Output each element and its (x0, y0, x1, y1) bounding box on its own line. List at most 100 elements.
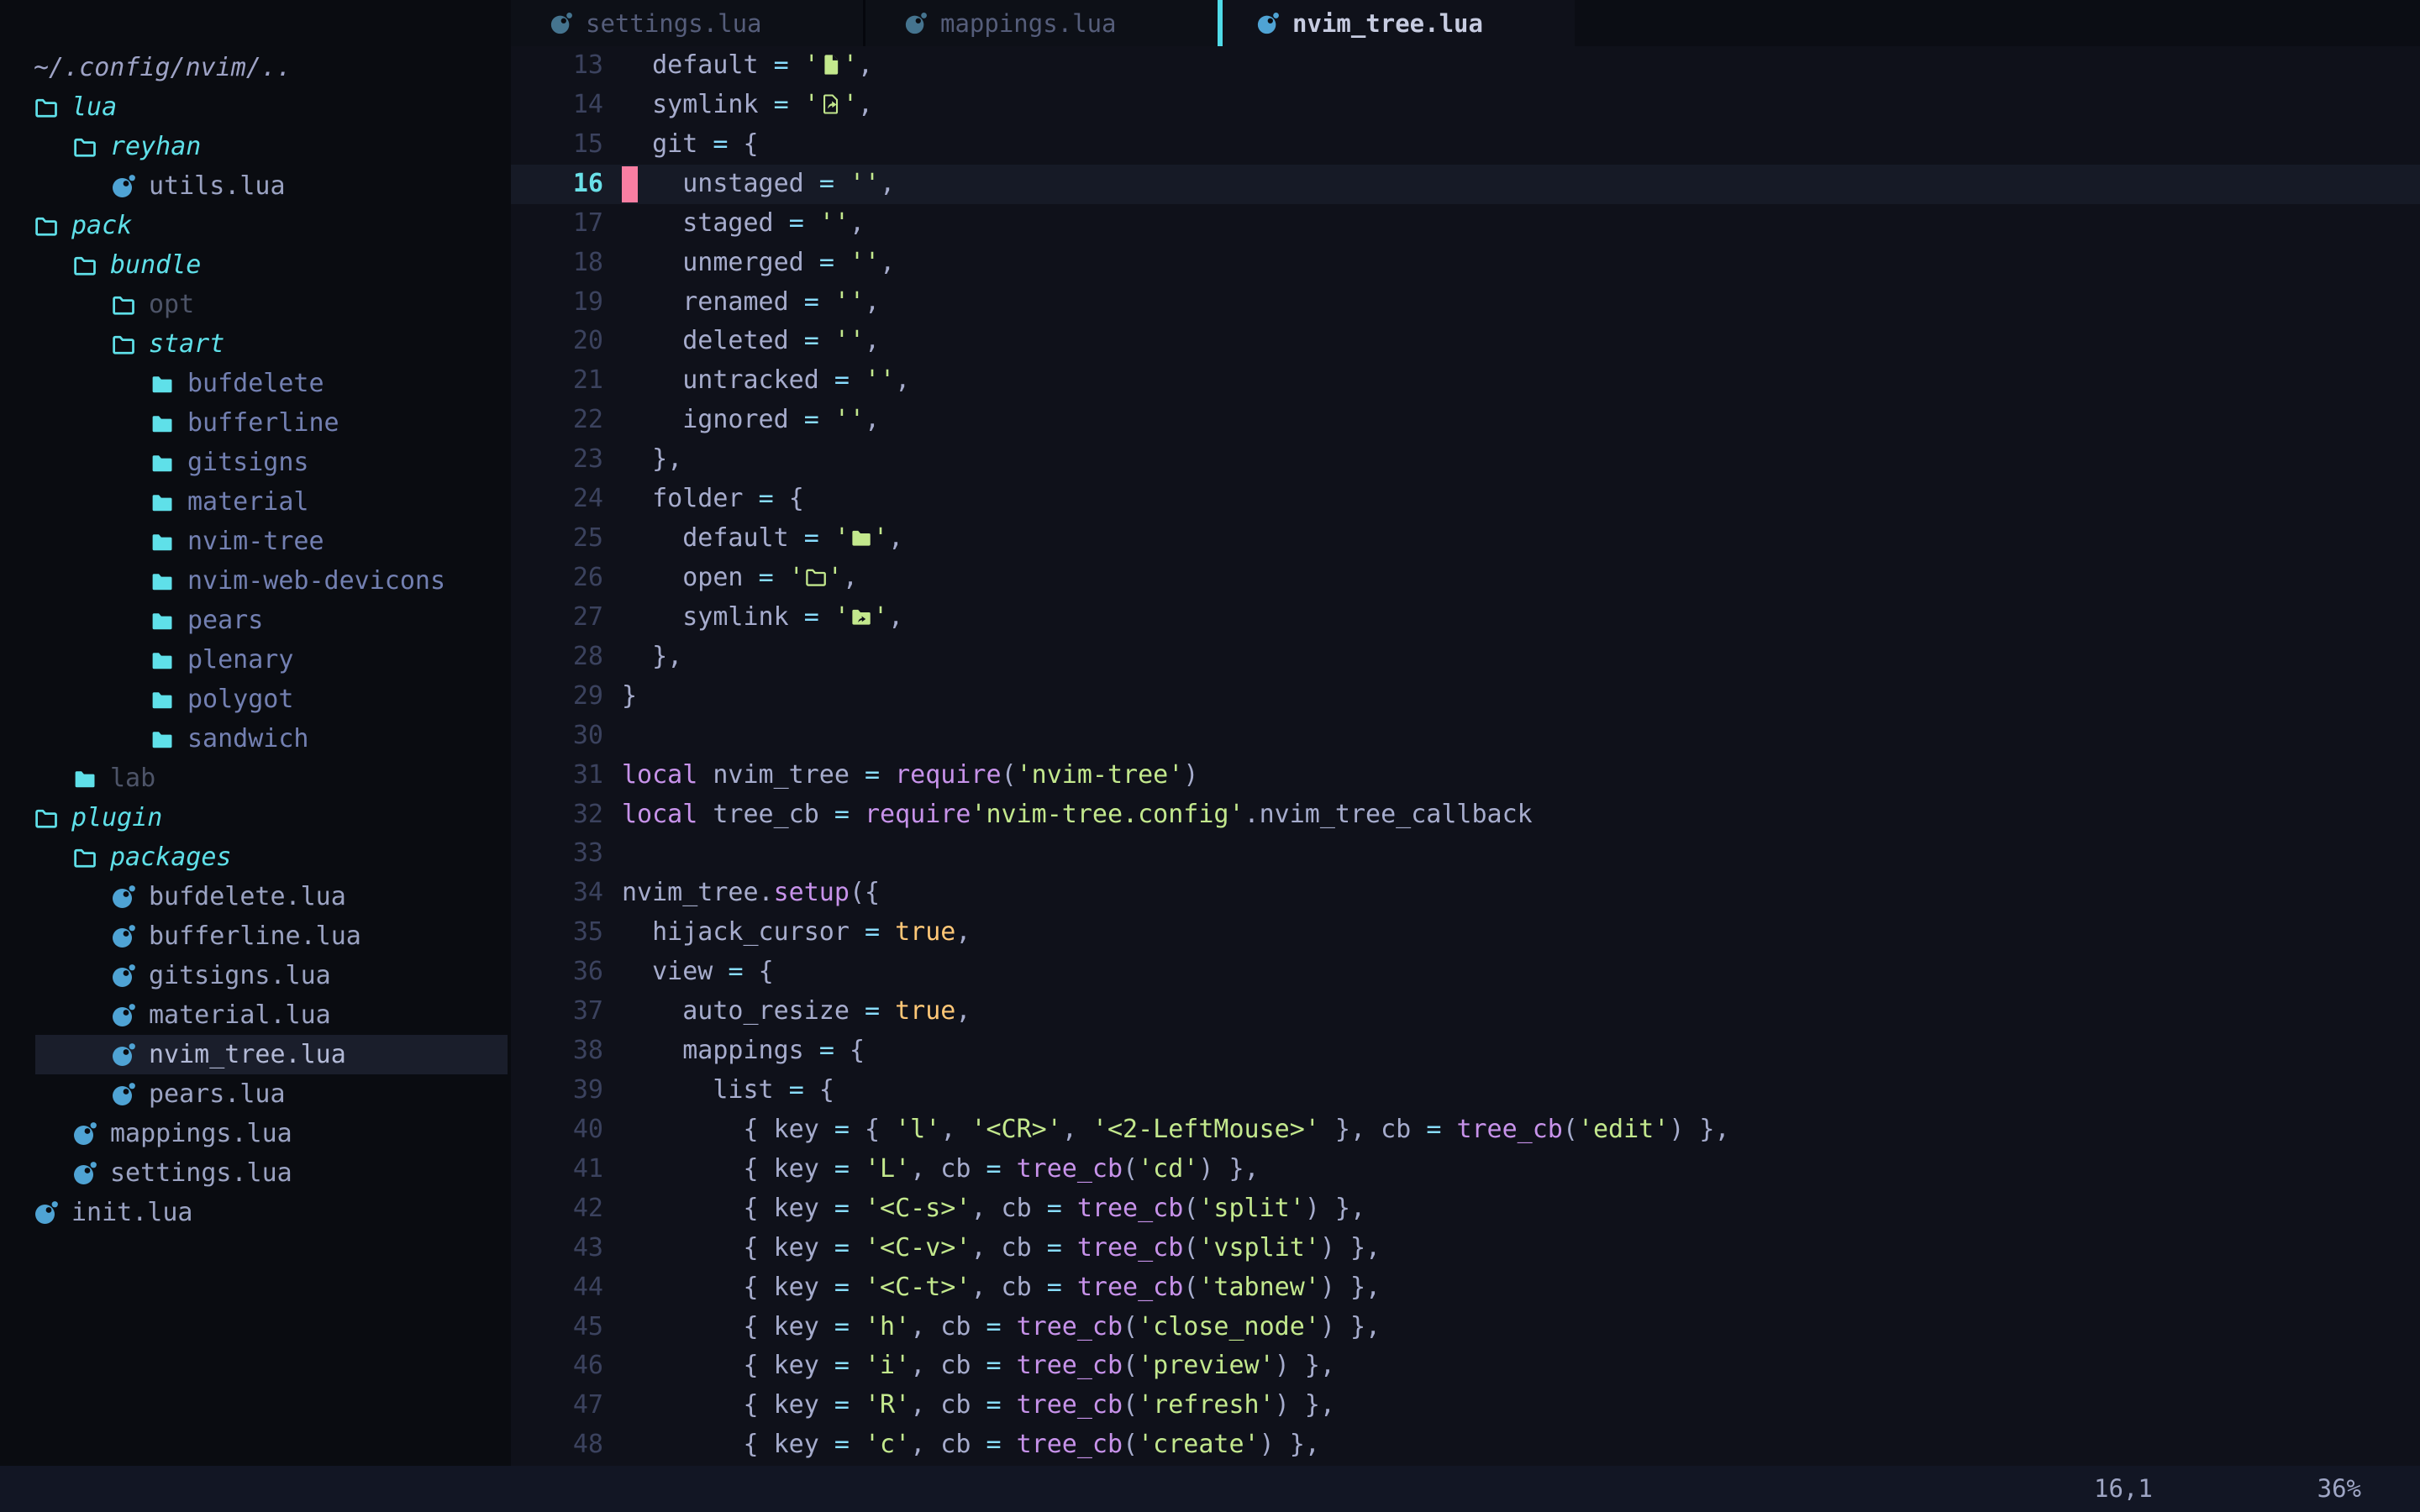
tree-item-nvim-web-devicons[interactable]: nvim-web-devicons (0, 561, 511, 601)
code-editor[interactable]: 13 default = '',14 symlink = '',15 git =… (511, 46, 2420, 1466)
code-line-41[interactable]: 41 { key = 'L', cb = tree_cb('cd') }, (511, 1150, 2420, 1189)
code-line-45[interactable]: 45 { key = 'h', cb = tree_cb('close_node… (511, 1308, 2420, 1347)
tab-settings.lua[interactable]: settings.lua (511, 0, 863, 46)
tree-item-lab[interactable]: lab (0, 759, 511, 798)
tree-item-nvim-tree[interactable]: nvim-tree (0, 522, 511, 561)
code-line-24[interactable]: 24 folder = { (511, 480, 2420, 519)
tree-item-pears.lua[interactable]: pears.lua (0, 1074, 511, 1114)
code-line-36[interactable]: 36 view = { (511, 953, 2420, 992)
code-line-text: mappings = { (622, 1032, 865, 1071)
code-line-47[interactable]: 47 { key = 'R', cb = tree_cb('refresh') … (511, 1386, 2420, 1425)
lua-icon (1256, 12, 1280, 35)
tree-item-plugin[interactable]: plugin (0, 798, 511, 837)
tree-item-bundle[interactable]: bundle (0, 245, 511, 285)
code-line-46[interactable]: 46 { key = 'i', cb = tree_cb('preview') … (511, 1347, 2420, 1386)
code-line-16[interactable]: 16 unstaged = '', (511, 165, 2420, 204)
code-line-22[interactable]: 22 ignored = '', (511, 401, 2420, 440)
code-line-27[interactable]: 27 symlink = '', (511, 598, 2420, 638)
tree-item-polygot[interactable]: polygot (0, 680, 511, 719)
tree-item-opt[interactable]: opt (0, 285, 511, 324)
code-line-text: { key = { 'l', '<CR>', '<2-LeftMouse>' }… (622, 1110, 1730, 1150)
tree-item-lua[interactable]: lua (0, 87, 511, 127)
code-line-text: { key = 'L', cb = tree_cb('cd') }, (622, 1150, 1260, 1189)
cursor-position: 16,1 (2094, 1466, 2153, 1512)
code-line-34[interactable]: 34nvim_tree.setup({ (511, 874, 2420, 913)
code-line-text: hijack_cursor = true, (622, 913, 971, 953)
code-line-23[interactable]: 23 }, (511, 440, 2420, 480)
file-symlink-icon (819, 92, 843, 116)
tree-item-label: utils.lua (149, 166, 286, 206)
tree-item-init.lua[interactable]: init.lua (0, 1193, 511, 1232)
code-line-32[interactable]: 32local tree_cb = require'nvim-tree.conf… (511, 795, 2420, 835)
code-line-text: { key = 'h', cb = tree_cb('close_node') … (622, 1308, 1381, 1347)
tree-item-nvim_tree.lua[interactable]: nvim_tree.lua (0, 1035, 511, 1074)
line-number: 42 (511, 1189, 622, 1229)
code-line-38[interactable]: 38 mappings = { (511, 1032, 2420, 1071)
tree-item-gitsigns.lua[interactable]: gitsigns.lua (0, 956, 511, 995)
tree-item-bufferline.lua[interactable]: bufferline.lua (0, 916, 511, 956)
tree-item-pears[interactable]: pears (0, 601, 511, 640)
code-line-35[interactable]: 35 hijack_cursor = true, (511, 913, 2420, 953)
tree-item-label: plenary (187, 640, 293, 680)
code-line-29[interactable]: 29} (511, 677, 2420, 717)
tree-item-utils.lua[interactable]: utils.lua (0, 166, 511, 206)
code-line-text: }, (622, 440, 682, 480)
tree-item-pack[interactable]: pack (0, 206, 511, 245)
tab-nvim_tree.lua[interactable]: nvim_tree.lua (1223, 0, 1575, 46)
tree-root-path[interactable]: ~/.config/nvim/.. (0, 48, 511, 87)
tree-item-label: bufdelete.lua (149, 877, 346, 916)
code-line-20[interactable]: 20 deleted = '', (511, 322, 2420, 361)
line-number: 33 (511, 834, 622, 874)
tab-mappings.lua[interactable]: mappings.lua (865, 0, 1218, 46)
code-line-37[interactable]: 37 auto_resize = true, (511, 992, 2420, 1032)
line-number: 40 (511, 1110, 622, 1150)
code-line-40[interactable]: 40 { key = { 'l', '<CR>', '<2-LeftMouse>… (511, 1110, 2420, 1150)
code-line-14[interactable]: 14 symlink = '', (511, 86, 2420, 125)
code-line-15[interactable]: 15 git = { (511, 125, 2420, 165)
tree-item-label: reyhan (110, 127, 201, 166)
tree-item-material[interactable]: material (0, 482, 511, 522)
code-line-25[interactable]: 25 default = '', (511, 519, 2420, 559)
code-line-42[interactable]: 42 { key = '<C-s>', cb = tree_cb('split'… (511, 1189, 2420, 1229)
code-line-17[interactable]: 17 staged = '', (511, 204, 2420, 244)
tree-item-start[interactable]: start (0, 324, 511, 364)
line-number: 23 (511, 440, 622, 480)
tree-item-plenary[interactable]: plenary (0, 640, 511, 680)
code-line-28[interactable]: 28 }, (511, 638, 2420, 677)
folder-open-icon (72, 253, 97, 278)
neovim-window: ~/.config/nvim/..luareyhanutils.luapackb… (0, 0, 2420, 1512)
line-number: 32 (511, 795, 622, 835)
code-line-text: view = { (622, 953, 774, 992)
tree-item-material.lua[interactable]: material.lua (0, 995, 511, 1035)
folder-closed-green-icon (850, 526, 873, 549)
code-line-text: deleted = '', (622, 322, 880, 361)
scroll-percentage: 36% (2317, 1466, 2361, 1512)
code-line-48[interactable]: 48 { key = 'c', cb = tree_cb('create') }… (511, 1425, 2420, 1465)
code-line-18[interactable]: 18 unmerged = '', (511, 244, 2420, 283)
tree-item-label: material (187, 482, 309, 522)
code-line-30[interactable]: 30 (511, 717, 2420, 756)
tree-item-sandwich[interactable]: sandwich (0, 719, 511, 759)
tree-item-label: pack (71, 206, 132, 245)
code-line-26[interactable]: 26 open = '', (511, 559, 2420, 598)
code-line-21[interactable]: 21 untracked = '', (511, 361, 2420, 401)
code-line-33[interactable]: 33 (511, 834, 2420, 874)
tree-item-bufferline[interactable]: bufferline (0, 403, 511, 443)
tree-item-bufdelete[interactable]: bufdelete (0, 364, 511, 403)
tree-item-gitsigns[interactable]: gitsigns (0, 443, 511, 482)
code-line-44[interactable]: 44 { key = '<C-t>', cb = tree_cb('tabnew… (511, 1268, 2420, 1308)
tree-item-bufdelete.lua[interactable]: bufdelete.lua (0, 877, 511, 916)
code-line-13[interactable]: 13 default = '', (511, 46, 2420, 86)
tree-item-label: gitsigns (187, 443, 309, 482)
line-number: 14 (511, 86, 622, 125)
tree-item-reyhan[interactable]: reyhan (0, 127, 511, 166)
code-line-39[interactable]: 39 list = { (511, 1071, 2420, 1110)
tree-item-packages[interactable]: packages (0, 837, 511, 877)
tree-item-settings.lua[interactable]: settings.lua (0, 1153, 511, 1193)
code-line-43[interactable]: 43 { key = '<C-v>', cb = tree_cb('vsplit… (511, 1229, 2420, 1268)
line-number: 26 (511, 559, 622, 598)
code-line-19[interactable]: 19 renamed = '', (511, 283, 2420, 323)
tab-bar: settings.luamappings.luanvim_tree.lua (511, 0, 2420, 46)
tree-item-mappings.lua[interactable]: mappings.lua (0, 1114, 511, 1153)
code-line-31[interactable]: 31local nvim_tree = require('nvim-tree') (511, 756, 2420, 795)
